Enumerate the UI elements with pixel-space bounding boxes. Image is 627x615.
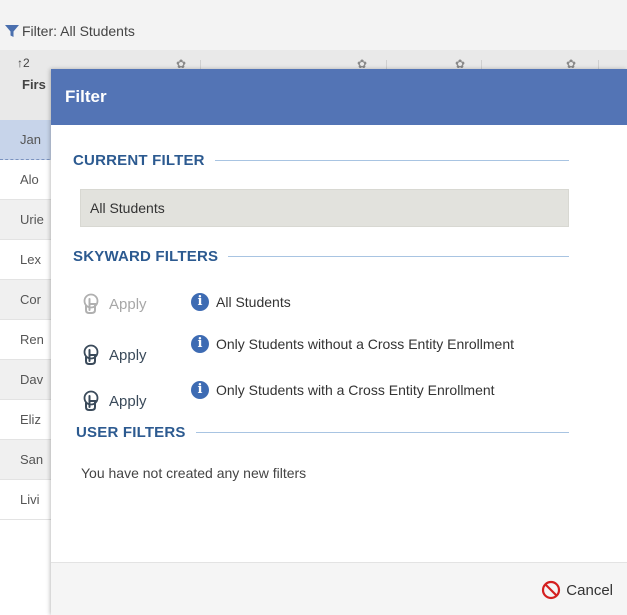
dialog-title: Filter <box>65 87 107 106</box>
dialog-header: Filter <box>51 69 627 125</box>
filter-dialog: Filter CURRENT FILTER All Students SKYWA… <box>51 69 627 615</box>
section-divider <box>195 432 569 433</box>
info-icon[interactable]: i <box>191 293 209 311</box>
current-filter-value: All Students <box>80 189 569 227</box>
column-header-first-name[interactable]: Firs <box>22 77 46 92</box>
no-entry-icon <box>542 580 561 600</box>
dialog-footer: Cancel <box>51 562 627 615</box>
skyward-filter-item: Apply i Only Students with a Cross Entit… <box>73 381 569 412</box>
apply-button[interactable]: Apply <box>81 344 191 366</box>
info-icon[interactable]: i <box>191 335 209 353</box>
skyward-filter-item: Apply i All Students <box>73 293 569 315</box>
apply-button[interactable]: Apply <box>81 293 191 315</box>
skyward-filters-heading: SKYWARD FILTERS <box>73 248 569 265</box>
sort-indicator[interactable]: ↑2 <box>17 56 30 70</box>
info-icon[interactable]: i <box>191 381 209 399</box>
user-filters-heading: USER FILTERS <box>73 424 569 441</box>
user-filters-empty-message: You have not created any new filters <box>81 465 307 481</box>
section-divider <box>214 160 569 161</box>
hand-pointer-icon <box>83 390 99 411</box>
filter-description: i All Students <box>191 293 521 311</box>
apply-button[interactable]: Apply <box>81 390 191 412</box>
hand-pointer-icon <box>83 293 99 314</box>
section-divider <box>228 256 569 257</box>
filter-description: i Only Students with a Cross Entity Enro… <box>191 381 521 399</box>
filter-toggle-label: Filter: All Students <box>22 23 135 39</box>
current-filter-heading: CURRENT FILTER <box>73 152 569 169</box>
funnel-icon <box>5 25 19 37</box>
cancel-button[interactable]: Cancel <box>541 580 613 600</box>
filter-description: i Only Students without a Cross Entity E… <box>191 335 521 353</box>
skyward-filter-item: Apply i Only Students without a Cross En… <box>73 335 569 366</box>
filter-toggle[interactable]: Filter: All Students <box>4 21 135 41</box>
hand-pointer-icon <box>83 344 99 365</box>
dialog-body: CURRENT FILTER All Students SKYWARD FILT… <box>51 152 627 481</box>
grid-toolbar: Filter: All Students <box>0 0 627 51</box>
